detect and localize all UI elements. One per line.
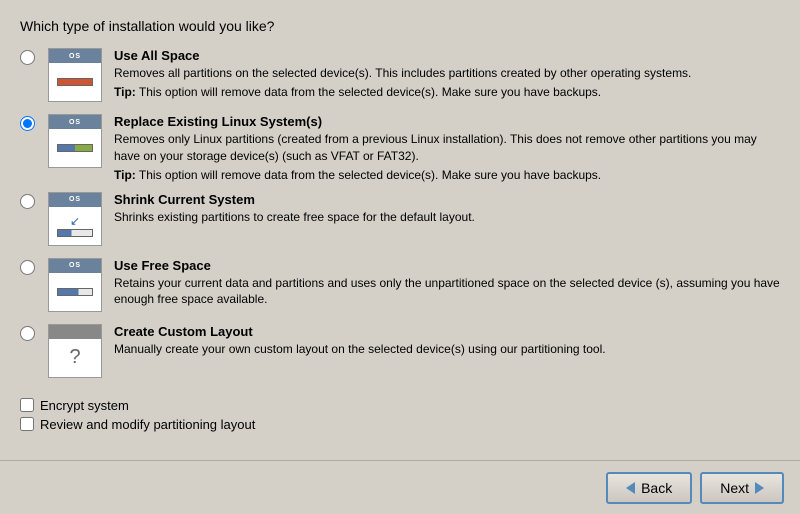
back-button[interactable]: Back (606, 472, 692, 504)
back-label: Back (641, 480, 672, 496)
next-button[interactable]: Next (700, 472, 784, 504)
option-title-use-all-space: Use All Space (114, 48, 780, 63)
option-tip-use-all-space: Tip: This option will remove data from t… (114, 85, 780, 99)
radio-col-5[interactable] (20, 324, 48, 344)
icon-replace-existing: OS (48, 114, 104, 170)
option-title-custom: Create Custom Layout (114, 324, 780, 339)
radio-free-space[interactable] (20, 260, 35, 275)
radio-replace-existing[interactable] (20, 116, 35, 131)
option-tip-replace-existing: Tip: This option will remove data from t… (114, 168, 780, 182)
option-text-free-space: Use Free Space Retains your current data… (114, 258, 780, 311)
option-desc-replace-existing: Removes only Linux partitions (created f… (114, 131, 780, 165)
option-text-custom: Create Custom Layout Manually create you… (114, 324, 780, 360)
radio-col-2[interactable] (20, 114, 48, 134)
question-mark-icon: ? (69, 346, 80, 369)
icon-custom: ? (48, 324, 104, 380)
option-row-use-all-space: OS Use All Space Removes all partitions … (20, 48, 780, 104)
next-label: Next (720, 480, 749, 496)
checkbox-encrypt[interactable] (20, 398, 34, 412)
option-row-custom: ? Create Custom Layout Manually create y… (20, 324, 780, 380)
encrypt-label[interactable]: Encrypt system (40, 398, 129, 413)
checkbox-review[interactable] (20, 417, 34, 431)
option-row-replace-existing: OS Replace Existing Linux System(s) Remo… (20, 114, 780, 182)
option-text-shrink: Shrink Current System Shrinks existing p… (114, 192, 780, 228)
option-desc-shrink: Shrinks existing partitions to create fr… (114, 209, 780, 226)
radio-col-1[interactable] (20, 48, 48, 68)
back-arrow-icon (626, 482, 635, 494)
radio-use-all-space[interactable] (20, 50, 35, 65)
option-desc-free-space: Retains your current data and partitions… (114, 275, 780, 309)
icon-use-all-space: OS (48, 48, 104, 104)
tip-prefix-1: Tip: (114, 85, 136, 99)
option-row-free-space: OS Use Free Space Retains your current d… (20, 258, 780, 314)
page-question: Which type of installation would you lik… (20, 18, 780, 34)
radio-col-3[interactable] (20, 192, 48, 212)
review-label[interactable]: Review and modify partitioning layout (40, 417, 255, 432)
option-title-shrink: Shrink Current System (114, 192, 780, 207)
radio-custom[interactable] (20, 326, 35, 341)
option-title-replace-existing: Replace Existing Linux System(s) (114, 114, 780, 129)
checkboxes-area: Encrypt system Review and modify partiti… (20, 398, 780, 432)
tip-prefix-2: Tip: (114, 168, 136, 182)
option-text-replace-existing: Replace Existing Linux System(s) Removes… (114, 114, 780, 182)
option-desc-use-all-space: Removes all partitions on the selected d… (114, 65, 780, 82)
option-row-shrink: OS ↙ Shrink Current System Shrinks exist… (20, 192, 780, 248)
option-title-free-space: Use Free Space (114, 258, 780, 273)
icon-free-space: OS (48, 258, 104, 314)
checkbox-row-review: Review and modify partitioning layout (20, 417, 780, 432)
footer: Back Next (0, 460, 800, 514)
icon-shrink: OS ↙ (48, 192, 104, 248)
option-text-use-all-space: Use All Space Removes all partitions on … (114, 48, 780, 99)
main-content: Which type of installation would you lik… (0, 0, 800, 460)
radio-shrink[interactable] (20, 194, 35, 209)
radio-col-4[interactable] (20, 258, 48, 278)
next-arrow-icon (755, 482, 764, 494)
option-desc-custom: Manually create your own custom layout o… (114, 341, 780, 358)
checkbox-row-encrypt: Encrypt system (20, 398, 780, 413)
